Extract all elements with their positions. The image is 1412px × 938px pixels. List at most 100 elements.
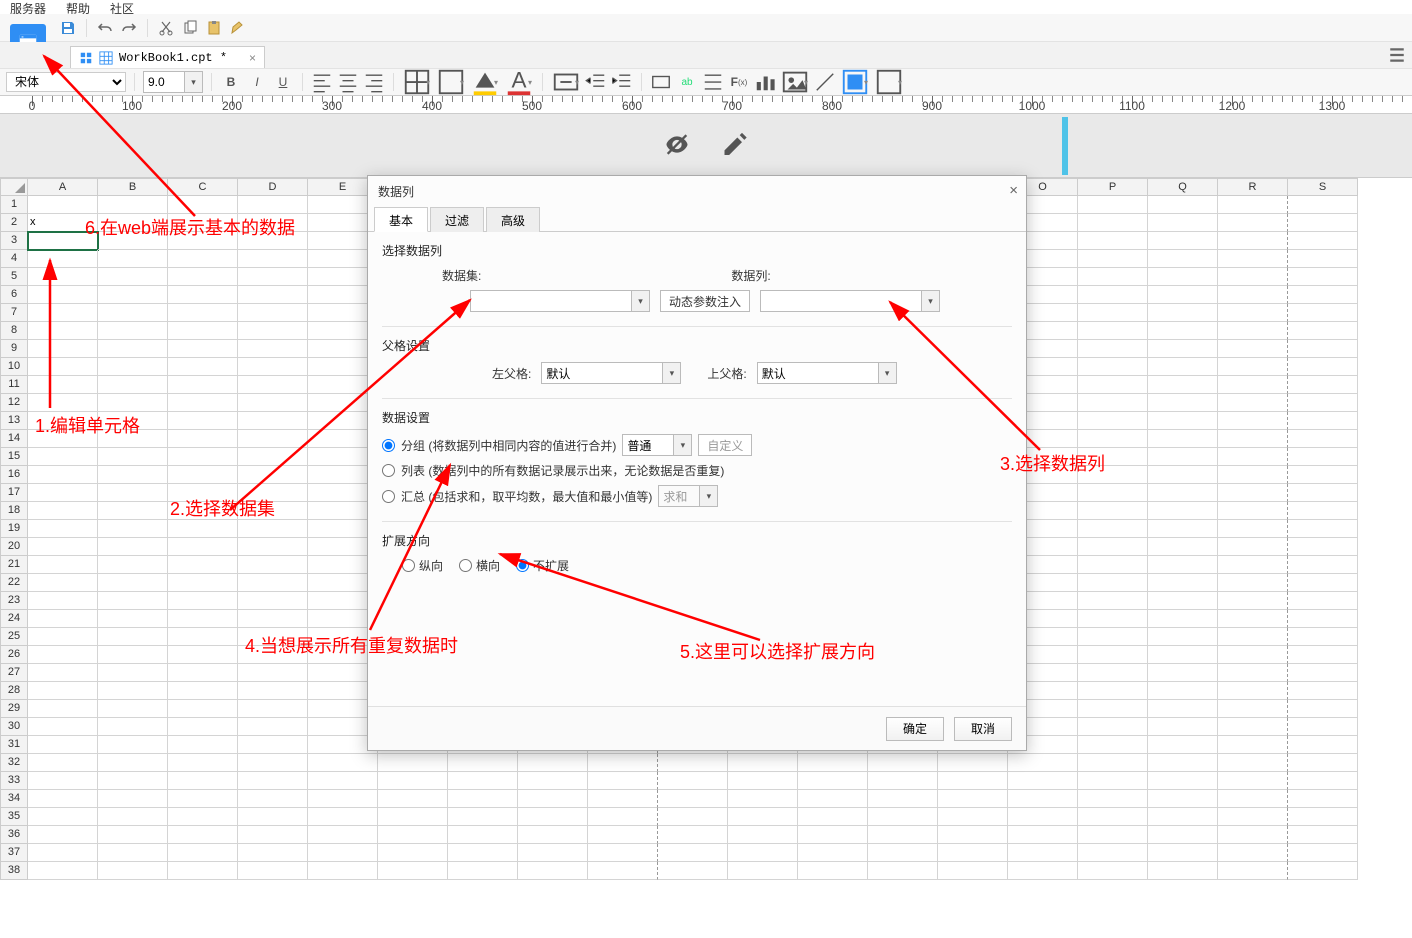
cell[interactable] <box>938 790 1008 808</box>
cell[interactable] <box>238 376 308 394</box>
cell[interactable] <box>1218 628 1288 646</box>
cell[interactable] <box>658 826 728 844</box>
cell[interactable] <box>238 574 308 592</box>
cell[interactable] <box>1218 538 1288 556</box>
cell[interactable] <box>98 340 168 358</box>
cell[interactable] <box>98 322 168 340</box>
cell[interactable] <box>168 556 238 574</box>
save-icon[interactable] <box>58 18 78 38</box>
cell[interactable] <box>238 448 308 466</box>
cell[interactable] <box>28 196 98 214</box>
cell[interactable] <box>1078 628 1148 646</box>
cell[interactable] <box>798 862 868 880</box>
cell[interactable] <box>238 394 308 412</box>
cell[interactable] <box>238 592 308 610</box>
cell[interactable] <box>238 664 308 682</box>
cell[interactable] <box>238 718 308 736</box>
cell[interactable] <box>1078 196 1148 214</box>
cell[interactable] <box>98 304 168 322</box>
cell[interactable] <box>1288 520 1358 538</box>
document-tab[interactable]: WorkBook1.cpt * × <box>70 46 265 68</box>
cell[interactable] <box>448 790 518 808</box>
indent-dec-button[interactable] <box>585 71 607 93</box>
cell[interactable] <box>518 862 588 880</box>
cell[interactable] <box>1078 484 1148 502</box>
cell[interactable] <box>1148 214 1218 232</box>
cell[interactable] <box>168 232 238 250</box>
cell[interactable] <box>1218 484 1288 502</box>
cell[interactable] <box>1218 394 1288 412</box>
cell[interactable] <box>1218 322 1288 340</box>
cell[interactable] <box>168 610 238 628</box>
cell[interactable] <box>98 700 168 718</box>
cell[interactable] <box>98 808 168 826</box>
cell[interactable] <box>1288 736 1358 754</box>
cell[interactable] <box>238 790 308 808</box>
cell[interactable] <box>168 484 238 502</box>
row-header[interactable]: 16 <box>0 466 28 484</box>
cell[interactable] <box>938 844 1008 862</box>
cell[interactable] <box>588 790 658 808</box>
cell[interactable] <box>1148 520 1218 538</box>
cell[interactable] <box>1218 556 1288 574</box>
cell[interactable] <box>168 772 238 790</box>
cell[interactable] <box>28 358 98 376</box>
cell[interactable] <box>588 772 658 790</box>
cell[interactable] <box>588 826 658 844</box>
cell[interactable] <box>98 484 168 502</box>
cell[interactable] <box>798 790 868 808</box>
cell[interactable] <box>378 754 448 772</box>
cell[interactable] <box>518 790 588 808</box>
cell[interactable] <box>518 754 588 772</box>
cell[interactable] <box>1218 412 1288 430</box>
cell[interactable] <box>868 862 938 880</box>
cell[interactable] <box>1288 826 1358 844</box>
tabbar-overflow-icon[interactable] <box>1388 46 1406 64</box>
cell[interactable] <box>1218 466 1288 484</box>
row-header[interactable]: 31 <box>0 736 28 754</box>
cell[interactable] <box>728 772 798 790</box>
cell[interactable] <box>238 484 308 502</box>
cell[interactable] <box>798 772 868 790</box>
cell[interactable] <box>1148 718 1218 736</box>
group-mode-combo[interactable]: ▾ <box>622 434 692 456</box>
cell[interactable] <box>98 574 168 592</box>
tab-filter[interactable]: 过滤 <box>430 207 484 232</box>
row-header[interactable]: 10 <box>0 358 28 376</box>
cell[interactable] <box>1078 448 1148 466</box>
cell[interactable] <box>168 790 238 808</box>
cell[interactable] <box>238 700 308 718</box>
cell[interactable] <box>658 772 728 790</box>
cell[interactable] <box>518 808 588 826</box>
cell[interactable] <box>1078 358 1148 376</box>
cell[interactable] <box>728 790 798 808</box>
cell[interactable] <box>28 844 98 862</box>
cell[interactable] <box>1148 628 1218 646</box>
cell[interactable] <box>1288 394 1358 412</box>
merge-button[interactable] <box>551 71 581 93</box>
cell[interactable] <box>308 862 378 880</box>
cell[interactable] <box>1148 862 1218 880</box>
col-header[interactable]: B <box>98 178 168 196</box>
datacol-combo[interactable]: ▾ <box>760 290 940 312</box>
text-button[interactable]: ab <box>676 71 698 93</box>
cell[interactable] <box>1078 700 1148 718</box>
float-button[interactable] <box>650 71 672 93</box>
cell[interactable] <box>1078 268 1148 286</box>
cell[interactable] <box>168 286 238 304</box>
summary-mode-combo[interactable]: ▾ <box>658 485 718 507</box>
col-header[interactable]: P <box>1078 178 1148 196</box>
cell[interactable] <box>378 862 448 880</box>
cell[interactable] <box>238 772 308 790</box>
cell[interactable] <box>1288 196 1358 214</box>
cell[interactable] <box>1078 808 1148 826</box>
cell[interactable] <box>798 808 868 826</box>
cell[interactable] <box>168 682 238 700</box>
cell[interactable] <box>1078 826 1148 844</box>
cell[interactable] <box>168 358 238 376</box>
cell[interactable] <box>28 754 98 772</box>
cell[interactable] <box>1078 340 1148 358</box>
cell[interactable] <box>1288 430 1358 448</box>
radio-list[interactable] <box>382 464 395 477</box>
cell[interactable] <box>238 322 308 340</box>
